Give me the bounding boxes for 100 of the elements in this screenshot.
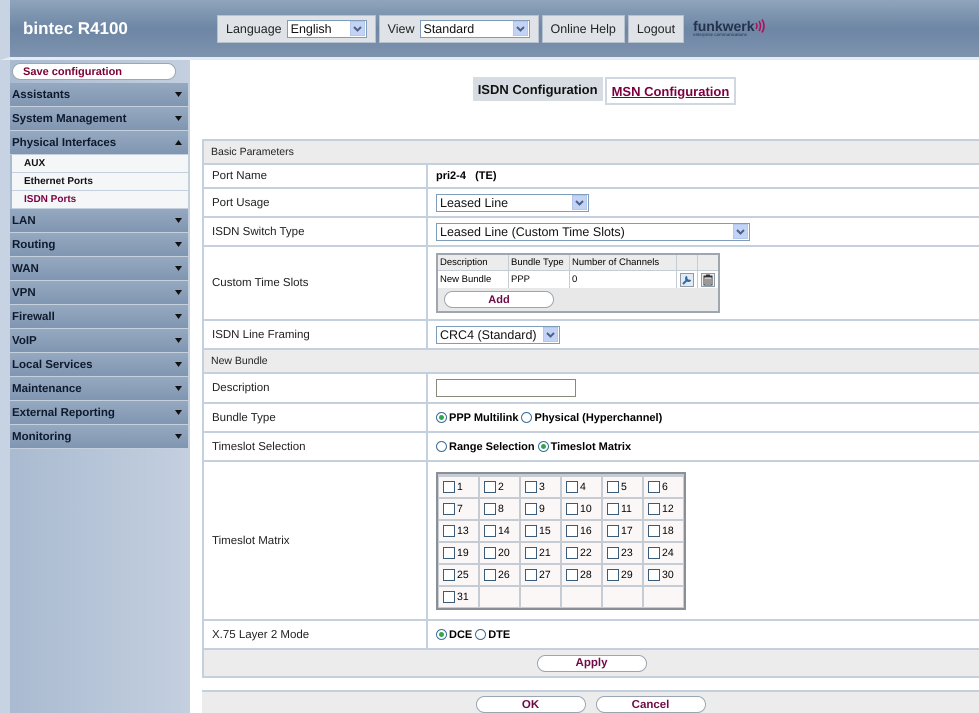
timeslot-checkbox[interactable]: 27 xyxy=(521,564,560,584)
signal-waves-icon xyxy=(754,19,765,34)
header-link[interactable]: Logout xyxy=(636,22,676,36)
view-dropdown[interactable]: Standard xyxy=(420,20,530,38)
dropdown-field[interactable]: Leased Line xyxy=(436,194,589,212)
add-button[interactable]: Add xyxy=(444,291,554,308)
language-label: Language xyxy=(226,22,282,36)
timeslot-checkbox[interactable]: 8 xyxy=(480,498,519,518)
field-label: Timeslot Selection xyxy=(204,433,428,460)
nav-menu-item[interactable]: VoIP xyxy=(10,329,188,353)
dropdown-caret-icon xyxy=(733,224,748,239)
nav-menu-item[interactable]: Firewall xyxy=(10,305,188,329)
nav-menu-item[interactable]: Maintenance xyxy=(10,377,188,401)
field-label: Custom Time Slots xyxy=(204,247,428,319)
footer-button[interactable]: OK xyxy=(476,696,586,713)
field-label: Timeslot Matrix xyxy=(204,462,428,619)
timeslot-checkbox[interactable]: 25 xyxy=(439,564,478,584)
port-name-value: pri2-4 (TE) xyxy=(436,170,497,182)
timeslot-checkbox[interactable]: 3 xyxy=(521,476,560,496)
radio-option[interactable]: DCE xyxy=(436,628,472,640)
column-header: Bundle Type xyxy=(509,255,569,270)
timeslot-checkbox[interactable]: 18 xyxy=(644,520,683,540)
timeslot-checkbox[interactable]: 9 xyxy=(521,498,560,518)
table-cell: New Bundle xyxy=(438,271,508,288)
timeslot-checkbox[interactable]: 19 xyxy=(439,542,478,562)
header-link[interactable]: Online Help xyxy=(550,22,616,36)
timeslot-checkbox[interactable]: 5 xyxy=(603,476,642,496)
input-field[interactable] xyxy=(436,379,576,397)
timeslot-checkbox[interactable]: 1 xyxy=(439,476,478,496)
timeslot-checkbox[interactable]: 31 xyxy=(439,586,478,606)
empty-matrix-cell xyxy=(603,586,642,606)
product-title: bintec R4100 xyxy=(22,18,129,38)
view-label: View xyxy=(388,22,414,36)
nav-menu-item[interactable]: Assistants xyxy=(10,83,188,107)
nav-menu-item[interactable]: WAN xyxy=(10,257,188,281)
timeslot-checkbox[interactable]: 28 xyxy=(562,564,601,584)
nav-menu-item[interactable]: Physical Interfaces xyxy=(10,131,188,155)
nav-menu-item[interactable]: VPN xyxy=(10,281,188,305)
timeslot-checkbox[interactable]: 15 xyxy=(521,520,560,540)
nav-menu-item[interactable]: External Reporting xyxy=(10,401,188,425)
timeslot-checkbox[interactable]: 22 xyxy=(562,542,601,562)
column-header: Description xyxy=(438,255,508,270)
edit-icon[interactable] xyxy=(677,271,697,288)
nav-submenu-item[interactable]: Ethernet Ports xyxy=(12,173,188,191)
radio-option[interactable]: Range Selection xyxy=(436,440,535,452)
save-configuration-button[interactable]: Save configuration xyxy=(12,63,176,80)
timeslot-checkbox[interactable]: 11 xyxy=(603,498,642,518)
dropdown-field[interactable]: CRC4 (Standard) xyxy=(436,326,560,344)
tab[interactable]: ISDN Configuration xyxy=(472,77,603,101)
dropdown-caret-icon xyxy=(543,327,558,342)
expand-arrow-icon xyxy=(175,362,182,367)
trash-icon[interactable] xyxy=(698,271,718,288)
nav-menu-item[interactable]: LAN xyxy=(10,209,188,233)
timeslot-checkbox[interactable]: 2 xyxy=(480,476,519,496)
tab[interactable]: MSN Configuration xyxy=(604,77,736,105)
timeslot-checkbox[interactable]: 30 xyxy=(644,564,683,584)
dropdown-caret-icon xyxy=(350,21,365,36)
nav-menu-item[interactable]: Routing xyxy=(10,233,188,257)
nav-menu-item[interactable]: System Management xyxy=(10,107,188,131)
timeslot-checkbox[interactable]: 13 xyxy=(439,520,478,540)
nav-menu-item[interactable]: Monitoring xyxy=(10,425,188,449)
timeslot-checkbox[interactable]: 20 xyxy=(480,542,519,562)
nav-submenu-item[interactable]: ISDN Ports xyxy=(12,191,188,209)
empty-matrix-cell xyxy=(521,586,560,606)
apply-button[interactable]: Apply xyxy=(536,654,646,672)
radio-option[interactable]: Physical (Hyperchannel) xyxy=(521,412,662,424)
timeslot-checkbox[interactable]: 16 xyxy=(562,520,601,540)
field-label: ISDN Switch Type xyxy=(204,218,428,245)
timeslot-checkbox[interactable]: 12 xyxy=(644,498,683,518)
field-label: Port Usage xyxy=(204,189,428,216)
dropdown-field[interactable]: Leased Line (Custom Time Slots) xyxy=(436,222,750,240)
radio-option[interactable]: PPP Multilink xyxy=(436,412,518,424)
timeslot-checkbox[interactable]: 24 xyxy=(644,542,683,562)
field-label: Description xyxy=(204,374,428,402)
timeslot-checkbox[interactable]: 6 xyxy=(644,476,683,496)
timeslot-checkbox[interactable]: 17 xyxy=(603,520,642,540)
radio-option[interactable]: Timeslot Matrix xyxy=(538,440,632,452)
timeslot-checkbox[interactable]: 26 xyxy=(480,564,519,584)
language-dropdown[interactable]: English xyxy=(286,20,367,38)
section-header: Basic Parameters xyxy=(204,141,979,165)
radio-option[interactable]: DTE xyxy=(475,628,510,640)
timeslot-checkbox[interactable]: 29 xyxy=(603,564,642,584)
field-label: Port Name xyxy=(204,165,428,187)
timeslot-checkbox[interactable]: 4 xyxy=(562,476,601,496)
table-cell: 0 xyxy=(570,271,676,288)
field-label: ISDN Line Framing xyxy=(204,321,428,348)
timeslot-checkbox[interactable]: 21 xyxy=(521,542,560,562)
timeslot-checkbox[interactable]: 10 xyxy=(562,498,601,518)
nav-submenu-item[interactable]: AUX xyxy=(12,155,188,173)
timeslot-checkbox[interactable]: 7 xyxy=(439,498,478,518)
empty-matrix-cell xyxy=(480,586,519,606)
footer-button[interactable]: Cancel xyxy=(596,696,706,713)
column-header: Number of Channels xyxy=(570,255,676,270)
expand-arrow-icon xyxy=(175,242,182,247)
expand-arrow-icon xyxy=(175,290,182,295)
timeslot-checkbox[interactable]: 14 xyxy=(480,520,519,540)
timeslot-checkbox[interactable]: 23 xyxy=(603,542,642,562)
section-header: New Bundle xyxy=(204,350,979,374)
field-label: Bundle Type xyxy=(204,404,428,431)
nav-menu-item[interactable]: Local Services xyxy=(10,353,188,377)
